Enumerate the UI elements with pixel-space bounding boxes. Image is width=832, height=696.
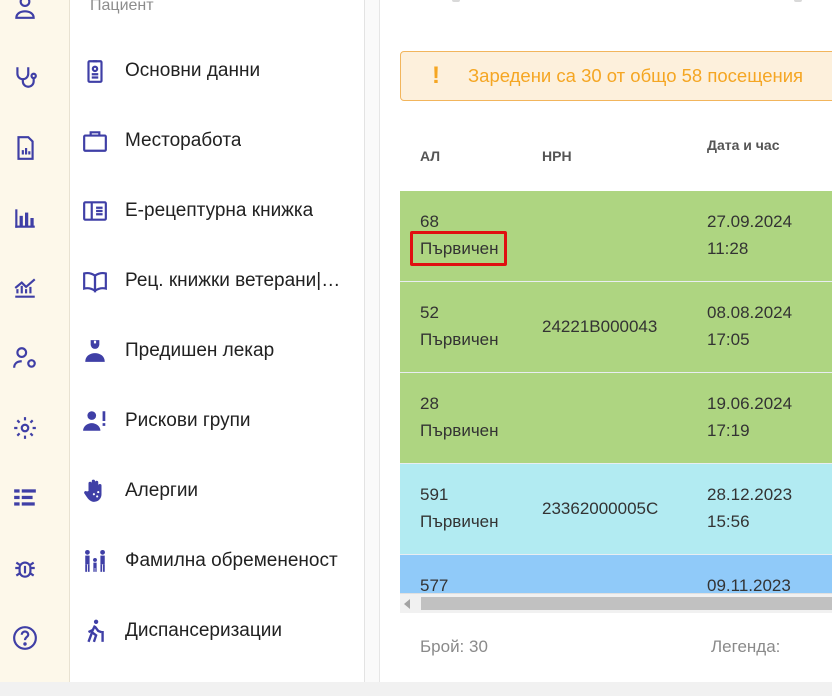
column-header-date-time[interactable]: Дата и час	[707, 137, 780, 153]
visit-time: 11:28	[707, 239, 749, 258]
visit-date: 19.06.2024	[707, 394, 793, 413]
table-row[interactable]: 28 Първичен 19.06.2024 17:19	[400, 373, 832, 464]
bottom-strip	[0, 682, 832, 696]
table-row[interactable]: 52 Първичен 24221B000043 08.08.2024 17:0…	[400, 282, 832, 373]
visits-panel: ! Заредени са 30 от общо 58 посещения АЛ…	[380, 0, 832, 682]
visit-date: 09.11.2023	[707, 576, 791, 593]
bug-icon[interactable]	[12, 555, 38, 581]
row-count: Брой: 30	[420, 637, 488, 656]
cut-off-title-row	[380, 0, 832, 6]
visit-time: 15:56	[707, 512, 750, 531]
briefcase-icon	[81, 127, 109, 155]
menu-item-label: Месторабота	[125, 130, 242, 151]
table-row[interactable]: 68 Първичен 27.09.2024 11:28	[400, 191, 832, 282]
stethoscope-icon[interactable]	[12, 64, 38, 90]
scrollbar-thumb[interactable]	[421, 597, 832, 610]
nrn-value: 24221B000043	[542, 317, 658, 336]
menu-item-e-prescription-book[interactable]: Е-рецептурна книжка	[70, 189, 364, 233]
visit-date: 27.09.2024	[707, 212, 793, 231]
user-settings-icon[interactable]	[12, 345, 38, 371]
menu-item-label: Е-рецептурна книжка	[125, 200, 314, 221]
help-icon[interactable]	[12, 625, 38, 651]
menu-item-allergies[interactable]: Алергии	[70, 469, 364, 513]
visit-type: Първичен	[420, 421, 499, 440]
column-header-nrn[interactable]: НРН	[542, 148, 572, 164]
menu-item-previous-doctor[interactable]: Предишен лекар	[70, 329, 364, 373]
menu-item-label: Рискови групи	[125, 410, 251, 431]
splitter	[365, 0, 380, 682]
list-icon[interactable]	[12, 485, 38, 511]
visit-date: 28.12.2023	[707, 485, 793, 504]
menu-item-veteran-books[interactable]: Рец. книжки ветерани|…	[70, 259, 364, 303]
menu-item-label: Фамилна обремененост	[125, 550, 338, 571]
report-icon[interactable]	[12, 135, 38, 161]
al-number: 591	[420, 485, 449, 504]
doctor-icon	[81, 337, 109, 365]
menu-item-dispensary[interactable]: Диспансеризации	[70, 609, 364, 653]
menu-item-family-history[interactable]: Фамилна обремененост	[70, 539, 364, 583]
bar-chart-icon[interactable]	[12, 205, 38, 231]
al-number: 28	[420, 394, 439, 413]
al-number: 68	[420, 212, 439, 231]
risk-person-icon	[81, 407, 109, 435]
visit-time: 17:05	[707, 330, 750, 349]
menu-item-label: Алергии	[125, 480, 199, 501]
id-badge-icon	[81, 57, 109, 85]
trend-chart-icon[interactable]	[12, 275, 38, 301]
menu-item-label: Предишен лекар	[125, 340, 275, 361]
menu-item-label: Диспансеризации	[125, 620, 282, 641]
nrn-value: 23362000005C	[542, 499, 659, 518]
column-header-al[interactable]: АЛ	[420, 148, 440, 164]
menu-item-workplace[interactable]: Месторабота	[70, 119, 364, 163]
al-number: 52	[420, 303, 439, 322]
menu-item-label: Рец. книжки ветерани|…	[125, 270, 341, 291]
visit-time: 17:19	[707, 421, 750, 440]
visit-date: 08.08.2024	[707, 303, 793, 322]
allergy-hand-icon	[81, 477, 109, 505]
legend-label: Легенда:	[711, 637, 781, 656]
alert-text: Заредени са 30 от общо 58 посещения	[468, 65, 804, 86]
patient-menu: Пациент Основни данни Месторабота Е-реце…	[70, 0, 365, 682]
walking-person-icon	[81, 617, 109, 645]
visits-table-body: 68 Първичен 27.09.2024 11:28 52 Първичен…	[400, 191, 832, 593]
al-number: 577	[420, 576, 449, 593]
table-row[interactable]: 591 Първичен 23362000005C 28.12.2023 15:…	[400, 464, 832, 555]
visit-type: Първичен	[420, 512, 499, 531]
menu-item-risk-groups[interactable]: Рискови групи	[70, 399, 364, 443]
load-info-alert: ! Заредени са 30 от общо 58 посещения	[400, 51, 832, 101]
warning-icon: !	[432, 62, 440, 89]
open-book-icon	[81, 267, 109, 295]
user-icon[interactable]	[12, 0, 38, 20]
icon-rail	[0, 0, 70, 682]
visit-type: Първичен	[420, 239, 499, 258]
table-row[interactable]: 577 09.11.2023	[400, 555, 832, 593]
menu-header: Пациент	[90, 0, 154, 14]
menu-item-basic-data[interactable]: Основни данни	[70, 49, 364, 93]
menu-item-label: Основни данни	[125, 60, 261, 81]
gear-icon[interactable]	[12, 415, 38, 441]
family-icon	[81, 547, 109, 575]
horizontal-scrollbar[interactable]	[400, 593, 832, 613]
visit-type: Първичен	[420, 330, 499, 349]
prescription-book-icon	[81, 197, 109, 225]
scroll-left-icon[interactable]	[404, 599, 410, 609]
